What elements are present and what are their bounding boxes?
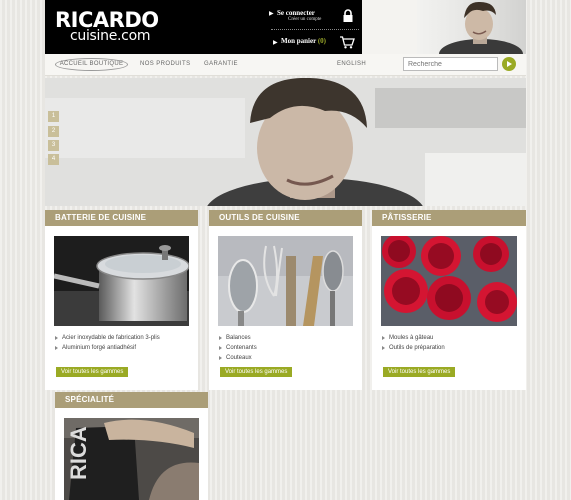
logo-cuisine-text: cuisine.com <box>70 28 151 44</box>
list-item[interactable]: Balances <box>218 333 257 343</box>
list-item[interactable]: Outils de préparation <box>381 343 445 353</box>
slider-dot-4[interactable]: 4 <box>48 154 59 165</box>
panel-title[interactable]: OUTILS DE CUISINE <box>209 210 362 226</box>
page-wrapper: RICARDO cuisine.com ▶ Se connecter Créer… <box>45 0 526 500</box>
specialty-image[interactable]: RICA <box>64 418 199 500</box>
svg-text:RICA: RICA <box>66 426 91 480</box>
view-all-button[interactable]: Voir toutes les gammes <box>56 367 129 377</box>
pastry-image[interactable] <box>381 236 517 326</box>
arrow-right-icon: ▶ <box>273 40 278 46</box>
view-all-button[interactable]: Voir toutes les gammes <box>383 367 456 377</box>
nav-language-link[interactable]: ENGLISH <box>337 61 366 67</box>
hero-slider: 1 2 3 4 <box>45 78 526 206</box>
arrow-right-icon: ▶ <box>269 11 274 17</box>
list-item[interactable]: Contenants <box>218 343 257 353</box>
list-item[interactable]: Acier inoxydable de fabrication 3-plis <box>54 333 160 343</box>
list-item[interactable]: Aluminium forgé antiadhésif <box>54 343 160 353</box>
nav-products-link[interactable]: NOS PRODUITS <box>140 61 190 67</box>
main-nav: ACCUEIL BOUTIQUE NOS PRODUITS GARANTIE E… <box>45 54 526 76</box>
nav-warranty-link[interactable]: GARANTIE <box>204 61 238 67</box>
logo[interactable]: RICARDO cuisine.com ▶ Se connecter Créer… <box>45 0 362 54</box>
kitchen-tools-image[interactable] <box>218 236 353 326</box>
apron-logo-mark: RICA <box>66 426 91 480</box>
search-submit-button[interactable] <box>502 57 516 71</box>
slider-dot-2[interactable]: 2 <box>48 126 59 137</box>
login-label: Se connecter <box>277 9 315 17</box>
slider-dot-1[interactable]: 1 <box>48 111 59 122</box>
login-link[interactable]: ▶ Se connecter Créer un compte <box>269 7 361 31</box>
panel-pastry: PÂTISSERIE Moules à gâteau Outils de pré… <box>372 210 526 390</box>
panel-title[interactable]: BATTERIE DE CUISINE <box>45 210 198 226</box>
chef-portrait-image <box>417 0 526 54</box>
nav-home-link[interactable]: ACCUEIL BOUTIQUE <box>55 58 128 71</box>
cart-label: Mon panier (0) <box>281 37 326 45</box>
list-item[interactable]: Couteaux <box>218 353 257 363</box>
hero-chef-image <box>45 78 526 206</box>
search-input[interactable] <box>403 57 498 71</box>
cookware-image[interactable] <box>54 236 189 326</box>
slider-dot-3[interactable]: 3 <box>48 140 59 151</box>
header-divider <box>271 29 359 30</box>
cart-icon <box>340 36 355 49</box>
cookware-list: Acier inoxydable de fabrication 3-plis A… <box>54 333 160 353</box>
list-item[interactable]: Moules à gâteau <box>381 333 445 343</box>
cart-link[interactable]: ▶ Mon panier (0) <box>273 36 363 50</box>
view-all-button[interactable]: Voir toutes les gammes <box>220 367 293 377</box>
pastry-list: Moules à gâteau Outils de préparation <box>381 333 445 353</box>
panel-cookware: BATTERIE DE CUISINE Acier inoxydable de … <box>45 210 198 390</box>
panel-title[interactable]: PÂTISSERIE <box>372 210 526 226</box>
kitchen-tools-list: Balances Contenants Couteaux <box>218 333 257 363</box>
header: RICARDO cuisine.com ▶ Se connecter Créer… <box>45 0 526 54</box>
panel-kitchen-tools: OUTILS DE CUISINE Balances Contenants Co… <box>209 210 362 390</box>
lock-icon <box>343 9 353 22</box>
panel-title[interactable]: SPÉCIALITÉ <box>55 392 208 408</box>
cart-count: (0) <box>317 37 326 45</box>
panel-specialty: SPÉCIALITÉ RICA <box>55 392 208 500</box>
register-label[interactable]: Créer un compte <box>288 17 321 22</box>
